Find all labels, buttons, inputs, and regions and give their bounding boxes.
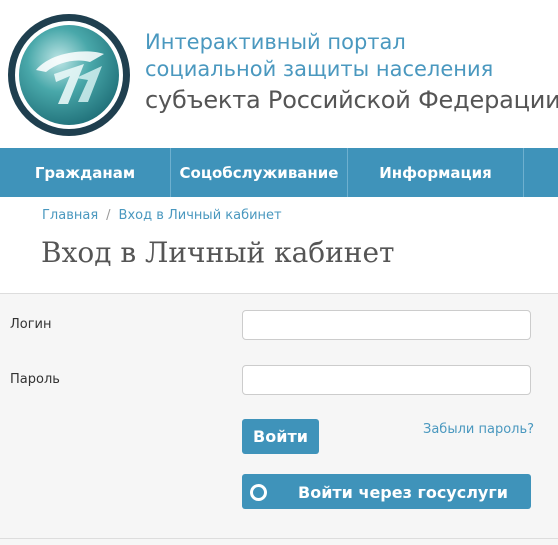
nav-item-social-service[interactable]: Соцобслуживание [171, 148, 348, 197]
portal-title-line2: социальной защиты населения [145, 57, 494, 81]
gosuslugi-circle-icon [250, 484, 267, 501]
gosuslugi-button-label: Войти через госуслуги [298, 483, 508, 502]
form-divider [0, 538, 558, 539]
portal-title-line1: Интерактивный портал [145, 30, 406, 54]
nav-item-citizens[interactable]: Гражданам [0, 148, 171, 197]
breadcrumb-current-link[interactable]: Вход в Личный кабинет [119, 208, 282, 223]
login-input[interactable] [242, 310, 531, 340]
gosuslugi-login-button[interactable]: Войти через госуслуги [242, 474, 531, 509]
password-label: Пароль [10, 372, 60, 387]
nav-item-information[interactable]: Информация [348, 148, 524, 197]
password-input[interactable] [242, 365, 531, 395]
forgot-password-link[interactable]: Забыли пароль? [423, 422, 534, 437]
portal-title-line3: субъекта Российской Федерации [145, 86, 558, 114]
portal-logo-icon[interactable] [6, 12, 132, 138]
main-nav: Гражданам Соцобслуживание Информация [0, 148, 558, 197]
breadcrumb-separator: / [106, 208, 111, 223]
breadcrumb: Главная / Вход в Личный кабинет [42, 208, 282, 223]
page-title: Вход в Личный кабинет [41, 236, 395, 269]
login-label: Логин [10, 317, 52, 332]
breadcrumb-home-link[interactable]: Главная [42, 208, 98, 223]
nav-item-more[interactable] [524, 148, 558, 197]
login-button[interactable]: Войти [242, 419, 319, 454]
site-header: Интерактивный портал социальной защиты н… [0, 0, 558, 148]
